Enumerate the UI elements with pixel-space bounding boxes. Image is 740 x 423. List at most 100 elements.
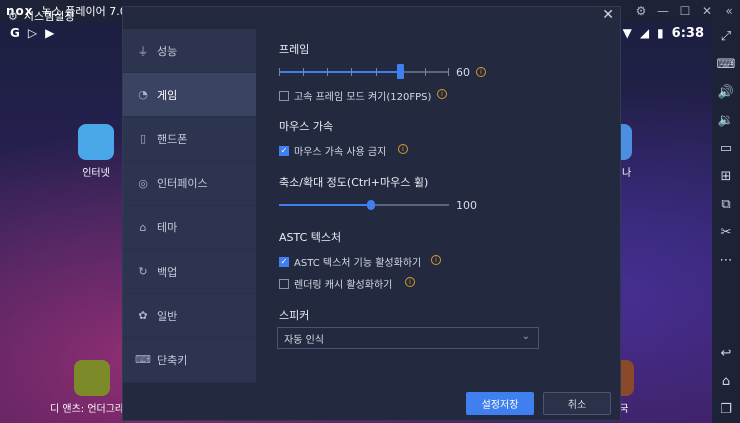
astc-enable-label: ASTC 텍스처 기능 활성화하기 xyxy=(294,258,422,269)
zoom-value: 100 xyxy=(456,199,477,212)
desktop-app-browser[interactable]: 인터넷 xyxy=(78,124,114,179)
emulator-window: nox 녹스 플레이어 7.0.2. ⚙ — ☐ ✕ « G ▷ ▶ ▼ ◢ ▮… xyxy=(0,0,740,423)
high-fps-option[interactable]: 고속 프레임 모드 켜기(120FPS) xyxy=(279,88,431,103)
slider-fill xyxy=(279,204,371,206)
frame-value: 60 xyxy=(456,66,470,79)
mouse-accel-checkbox[interactable]: ✓ xyxy=(279,145,289,156)
nav-item-label: 성능 xyxy=(157,44,178,58)
nav-item-label: 일반 xyxy=(157,309,178,323)
signal-icon: ◢ xyxy=(639,26,650,40)
theme-icon: ⌂ xyxy=(139,220,147,234)
nav-item-label: 단축키 xyxy=(157,353,188,367)
nav-item-label: 게임 xyxy=(157,88,178,102)
slider-tick xyxy=(279,68,280,76)
desktop-app-ants[interactable]: 디 앤츠: 언더그라운 xyxy=(50,360,133,415)
astc-enable-checkbox[interactable]: ✓ xyxy=(279,256,289,267)
info-icon[interactable]: i xyxy=(476,67,486,77)
slider-tick xyxy=(448,68,449,76)
render-cache-label: 렌더링 캐시 활성화하기 xyxy=(294,280,393,291)
save-button[interactable]: 설정저장 xyxy=(466,392,534,415)
nav-item-theme[interactable]: ⌂ 테마 xyxy=(123,206,256,250)
nav-item-label: 백업 xyxy=(157,265,178,279)
performance-icon: ⏚ xyxy=(137,44,149,58)
mouse-accel-label: 마우스 가속 사용 금지 xyxy=(294,147,387,158)
interface-icon: ◎ xyxy=(138,176,148,190)
back-icon[interactable]: ↩ xyxy=(712,339,740,367)
speaker-section-title: 스피커 xyxy=(279,309,310,322)
google-icon: G xyxy=(10,26,20,40)
render-cache-checkbox[interactable] xyxy=(279,278,289,289)
nav-item-label: 테마 xyxy=(157,221,178,235)
frame-section-title: 프레임 xyxy=(279,43,310,56)
volume-up-icon[interactable]: 🔊 xyxy=(712,78,740,106)
settings-nav: ⏚ 성능 ◔ 게임 ▯ 핸드폰 ◎ 인터페이스 ⌂ 테마 ↻ 백업 ✿ 일반 ⌨… xyxy=(123,29,256,383)
nav-item-backup[interactable]: ↻ 백업 xyxy=(123,250,256,295)
slider-tick xyxy=(425,68,426,76)
minimize-icon[interactable]: — xyxy=(652,0,674,22)
desktop-app-label: 인터넷 xyxy=(82,168,110,179)
apk-install-icon[interactable]: ⊞ xyxy=(712,162,740,190)
render-cache-option[interactable]: 렌더링 캐시 활성화하기 xyxy=(279,276,392,291)
nav-item-interface[interactable]: ◎ 인터페이스 xyxy=(123,162,256,206)
shortcut-icon: ⌨ xyxy=(135,353,151,367)
fullscreen-icon[interactable]: ⤢ xyxy=(712,22,740,50)
nav-item-general[interactable]: ✿ 일반 xyxy=(123,294,256,339)
wifi-icon: ▼ xyxy=(622,26,632,40)
slider-tick xyxy=(351,68,352,76)
nav-item-label: 인터페이스 xyxy=(157,177,208,191)
slider-fill xyxy=(279,71,401,73)
dialog-title: 시스템설정 xyxy=(23,10,75,23)
maximize-icon[interactable]: ☐ xyxy=(674,0,696,22)
backup-icon: ↻ xyxy=(138,265,148,279)
gear-icon: ⚙ xyxy=(8,9,18,23)
dialog-close-icon[interactable]: ✕ xyxy=(602,7,614,23)
speaker-select[interactable]: 자동 인식 ⌄ xyxy=(277,327,539,349)
nav-item-phone[interactable]: ▯ 핸드폰 xyxy=(123,117,256,162)
screen-icon[interactable]: ▭ xyxy=(712,134,740,162)
play-icon: ▷ xyxy=(27,26,38,40)
recent-apps-icon[interactable]: ❐ xyxy=(712,395,740,423)
high-fps-checkbox[interactable] xyxy=(279,90,289,101)
mouse-accel-option[interactable]: ✓ 마우스 가속 사용 금지 xyxy=(279,143,386,158)
nav-item-game[interactable]: ◔ 게임 xyxy=(123,73,256,118)
zoom-slider[interactable] xyxy=(279,200,449,210)
high-fps-label: 고속 프레임 모드 켜기(120FPS) xyxy=(294,92,432,103)
info-icon[interactable]: i xyxy=(398,144,408,154)
scissors-icon[interactable]: ✂ xyxy=(712,218,740,246)
desktop-app-label: 디 앤츠: 언더그라운 xyxy=(50,404,134,415)
slider-tick xyxy=(327,68,328,76)
gear-icon[interactable]: ⚙ xyxy=(630,0,652,22)
collapse-icon[interactable]: « xyxy=(718,0,740,22)
keyboard-icon[interactable]: ⌨ xyxy=(712,50,740,78)
volume-down-icon[interactable]: 🔉 xyxy=(712,106,740,134)
home-icon[interactable]: ⌂ xyxy=(712,367,740,395)
info-icon[interactable]: i xyxy=(431,255,441,265)
phone-icon: ▯ xyxy=(139,132,147,146)
nav-item-performance[interactable]: ⏚ 성능 xyxy=(123,29,256,74)
dialog-title-bar: ⚙ 시스템설정 xyxy=(8,5,74,27)
info-icon[interactable]: i xyxy=(405,277,415,287)
clock: 6:38 xyxy=(671,25,704,41)
settings-dialog: ⚙ 시스템설정 ✕ ⏚ 성능 ◔ 게임 ▯ 핸드폰 ◎ 인터페이스 ⌂ 테마 ↻… xyxy=(8,6,621,421)
cancel-button[interactable]: 취소 xyxy=(543,392,611,415)
slider-thumb[interactable] xyxy=(397,64,404,79)
slider-tick xyxy=(303,68,304,76)
nav-item-shortcut[interactable]: ⌨ 단축키 xyxy=(123,338,256,383)
multi-instance-icon[interactable]: ⧉ xyxy=(712,190,740,218)
zoom-section-title: 축소/확대 정도(Ctrl+마우스 휠) xyxy=(279,176,429,189)
more-icon[interactable]: ⋯ xyxy=(712,246,740,274)
browser-icon xyxy=(78,124,114,160)
astc-section-title: ASTC 텍스처 xyxy=(279,231,342,244)
chevron-down-icon: ⌄ xyxy=(521,331,530,342)
nav-item-label: 핸드폰 xyxy=(157,132,188,146)
close-icon[interactable]: ✕ xyxy=(696,0,718,22)
info-icon[interactable]: i xyxy=(437,89,447,99)
ants-game-icon xyxy=(73,360,110,396)
slider-tick xyxy=(376,68,377,76)
slider-thumb[interactable] xyxy=(367,200,375,210)
speaker-selected-value: 자동 인식 xyxy=(284,334,324,346)
astc-enable-option[interactable]: ✓ ASTC 텍스처 기능 활성화하기 xyxy=(279,254,421,269)
game-icon: ◔ xyxy=(138,88,148,102)
frame-slider[interactable] xyxy=(279,64,449,79)
general-icon: ✿ xyxy=(138,309,148,323)
